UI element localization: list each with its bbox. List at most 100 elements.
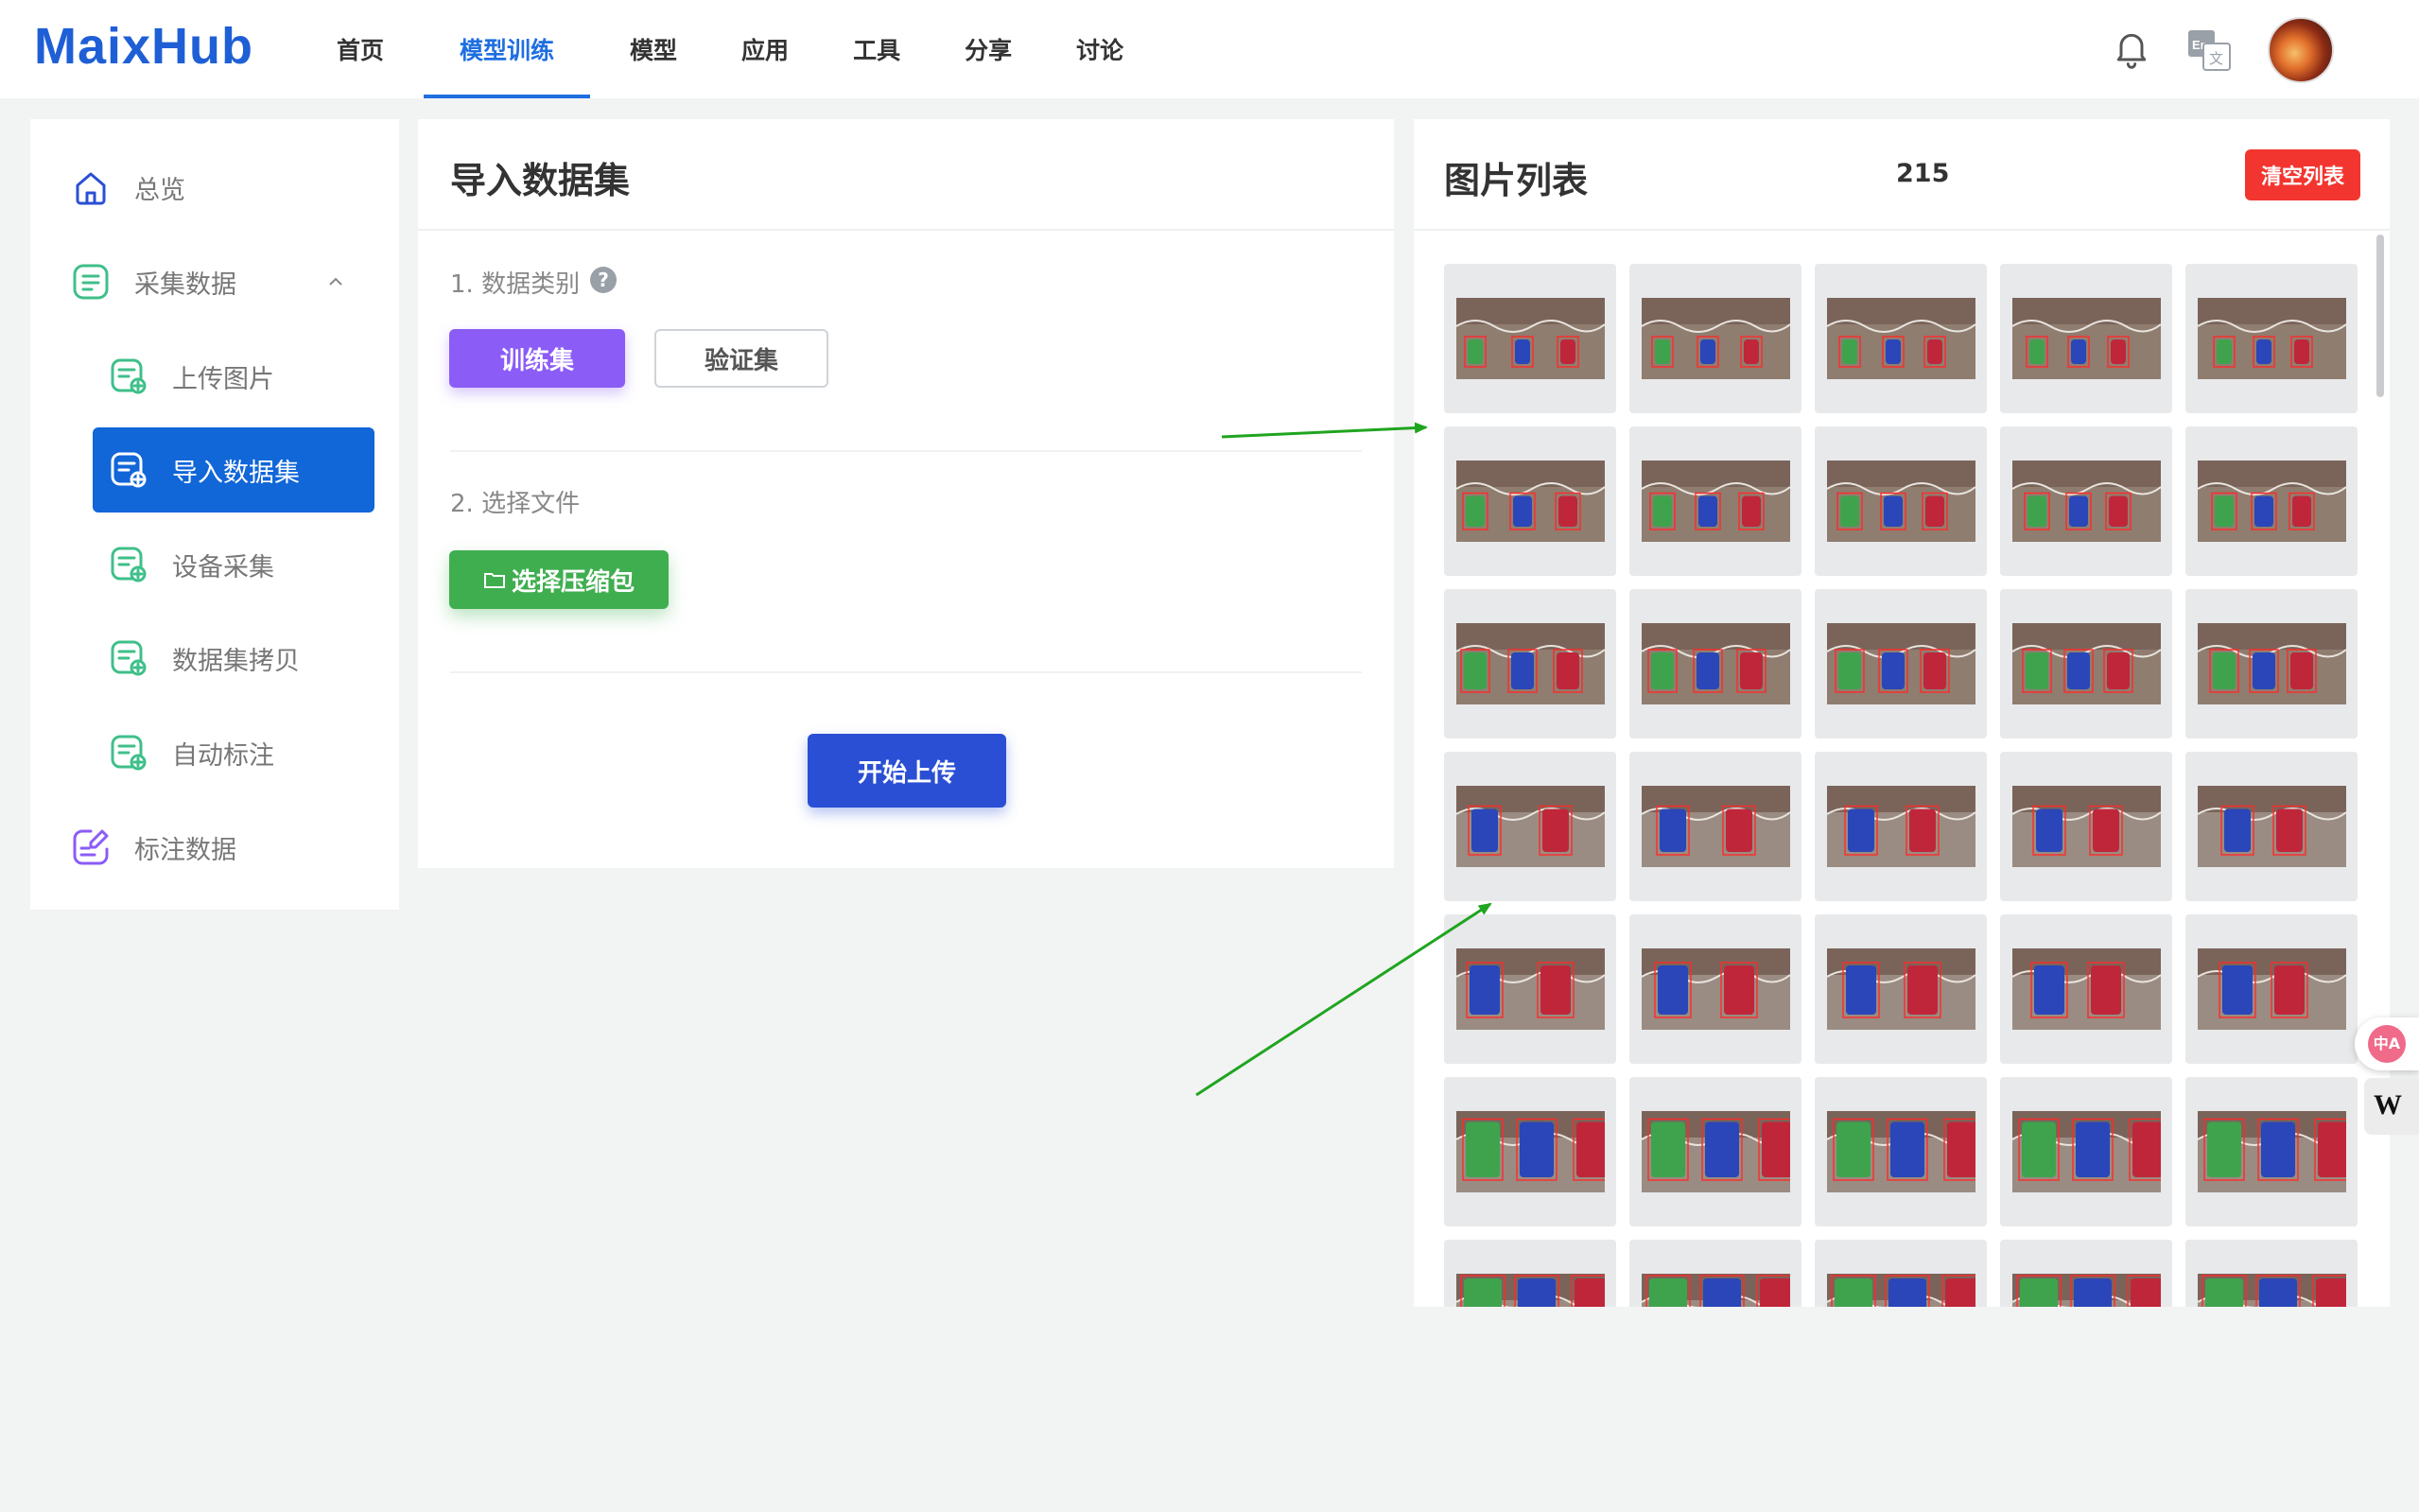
auto-label-icon — [111, 735, 147, 771]
user-avatar[interactable] — [2268, 17, 2334, 83]
image-thumbnail[interactable] — [2185, 1240, 2358, 1307]
image-thumbnail[interactable] — [1444, 752, 1616, 901]
dataset-image — [1642, 623, 1790, 704]
dataset-image — [2012, 948, 2161, 1030]
validation-set-button[interactable]: 验证集 — [654, 329, 828, 388]
image-thumbnail[interactable] — [1629, 426, 1801, 576]
image-thumbnail[interactable] — [1444, 1077, 1616, 1226]
sidebar-item-upload-image[interactable]: 上传图片 — [30, 334, 399, 419]
maixhub-logo[interactable]: MaixHub — [34, 17, 253, 76]
dataset-image — [2198, 1111, 2346, 1192]
start-upload-button[interactable]: 开始上传 — [808, 734, 1006, 808]
chevron-up-icon[interactable] — [325, 271, 346, 292]
dataset-image — [2198, 461, 2346, 542]
dataset-image — [2198, 1274, 2346, 1307]
image-thumbnail[interactable] — [1629, 752, 1801, 901]
nav-share[interactable]: 分享 — [940, 0, 1036, 98]
image-thumbnail[interactable] — [1815, 264, 1987, 413]
image-list-panel: 图片列表 215 清空列表 — [1414, 119, 2390, 1307]
choose-zip-label: 选择压缩包 — [511, 567, 635, 597]
dataset-image — [1827, 623, 1975, 704]
image-thumbnail[interactable] — [2185, 1077, 2358, 1226]
image-thumbnail[interactable] — [1444, 589, 1616, 739]
image-thumbnail[interactable] — [2000, 264, 2172, 413]
nav-apps[interactable]: 应用 — [717, 0, 813, 98]
image-thumbnail[interactable] — [1815, 1077, 1987, 1226]
translate-icon: 中A — [2368, 1025, 2406, 1063]
dataset-image — [1827, 1274, 1975, 1307]
sidebar-item-device-collect[interactable]: 设备采集 — [30, 522, 399, 607]
sidebar-item-dataset-copy[interactable]: 数据集拷贝 — [30, 616, 399, 701]
dataset-image — [1456, 1274, 1605, 1307]
clear-list-button[interactable]: 清空列表 — [2245, 149, 2360, 200]
sidebar-item-import-dataset[interactable]: 导入数据集 — [93, 427, 374, 513]
help-icon[interactable]: ? — [590, 267, 617, 293]
sidebar-item-collect[interactable]: 采集数据 — [30, 239, 399, 324]
dataset-copy-icon — [111, 640, 147, 676]
image-thumbnail[interactable] — [1444, 426, 1616, 576]
image-thumbnail[interactable] — [1629, 264, 1801, 413]
image-thumbnail[interactable] — [2185, 914, 2358, 1064]
image-thumbnail[interactable] — [1815, 914, 1987, 1064]
dataset-image — [2198, 298, 2346, 379]
image-thumbnail[interactable] — [2000, 426, 2172, 576]
dataset-image — [1827, 1111, 1975, 1192]
upload-image-icon — [111, 358, 147, 394]
image-thumbnail[interactable] — [2185, 589, 2358, 739]
image-thumbnail[interactable] — [2000, 752, 2172, 901]
w-icon: W — [2374, 1089, 2402, 1121]
dataset-image — [1642, 1274, 1790, 1307]
divider — [1414, 229, 2390, 231]
image-thumbnail[interactable] — [1815, 752, 1987, 901]
image-thumbnail[interactable] — [1815, 426, 1987, 576]
nav-model-training[interactable]: 模型训练 — [424, 0, 591, 98]
step2-label: 2. 选择文件 — [450, 490, 581, 518]
sidebar-item-overview[interactable]: 总览 — [30, 145, 399, 230]
image-thumbnail[interactable] — [1444, 914, 1616, 1064]
language-icon[interactable]: En 文 — [2186, 28, 2232, 72]
sidebar-item-label: 数据集拷贝 — [172, 646, 300, 676]
nav-tools[interactable]: 工具 — [828, 0, 925, 98]
dataset-image — [1456, 298, 1605, 379]
train-set-button[interactable]: 训练集 — [449, 329, 625, 388]
scrollbar[interactable] — [2376, 235, 2384, 397]
dataset-image — [1456, 786, 1605, 867]
sidebar-item-label-data[interactable]: 标注数据 — [30, 805, 399, 890]
translate-widget[interactable]: 中A — [2355, 1017, 2419, 1070]
image-thumbnail[interactable] — [2185, 264, 2358, 413]
side-widget[interactable]: W — [2364, 1078, 2419, 1135]
label-data-icon — [73, 829, 109, 865]
image-thumbnail[interactable] — [1629, 589, 1801, 739]
image-count: 215 — [1896, 159, 1950, 188]
bell-icon[interactable] — [2111, 28, 2152, 70]
dataset-image — [1642, 786, 1790, 867]
sidebar-item-label: 自动标注 — [172, 740, 274, 771]
dataset-image — [1827, 461, 1975, 542]
image-thumbnail[interactable] — [2000, 1240, 2172, 1307]
dataset-image — [2012, 1111, 2161, 1192]
image-thumbnail[interactable] — [1815, 589, 1987, 739]
image-thumbnail[interactable] — [1629, 1240, 1801, 1307]
nav-discuss[interactable]: 讨论 — [1052, 0, 1148, 98]
dataset-image — [1827, 948, 1975, 1030]
image-thumbnail[interactable] — [1815, 1240, 1987, 1307]
sidebar-item-label: 标注数据 — [134, 835, 236, 865]
image-thumbnail[interactable] — [1629, 914, 1801, 1064]
sidebar-item-label: 上传图片 — [172, 364, 274, 394]
image-thumbnail[interactable] — [1444, 1240, 1616, 1307]
image-thumbnail[interactable] — [2185, 752, 2358, 901]
sidebar-item-auto-label[interactable]: 自动标注 — [30, 710, 399, 795]
image-thumbnail[interactable] — [2000, 1077, 2172, 1226]
import-dataset-panel: 导入数据集 1. 数据类别 ? 训练集 验证集 2. 选择文件 选择压缩包 开始… — [418, 119, 1394, 868]
image-thumbnail[interactable] — [1629, 1077, 1801, 1226]
image-thumbnail[interactable] — [2000, 914, 2172, 1064]
divider — [418, 229, 1394, 231]
image-thumbnail[interactable] — [1444, 264, 1616, 413]
image-thumbnail[interactable] — [2185, 426, 2358, 576]
choose-zip-button[interactable]: 选择压缩包 — [449, 550, 669, 609]
dataset-image — [1642, 298, 1790, 379]
nav-home[interactable]: 首页 — [312, 0, 409, 98]
dataset-image — [2198, 948, 2346, 1030]
image-thumbnail[interactable] — [2000, 589, 2172, 739]
nav-models[interactable]: 模型 — [605, 0, 702, 98]
